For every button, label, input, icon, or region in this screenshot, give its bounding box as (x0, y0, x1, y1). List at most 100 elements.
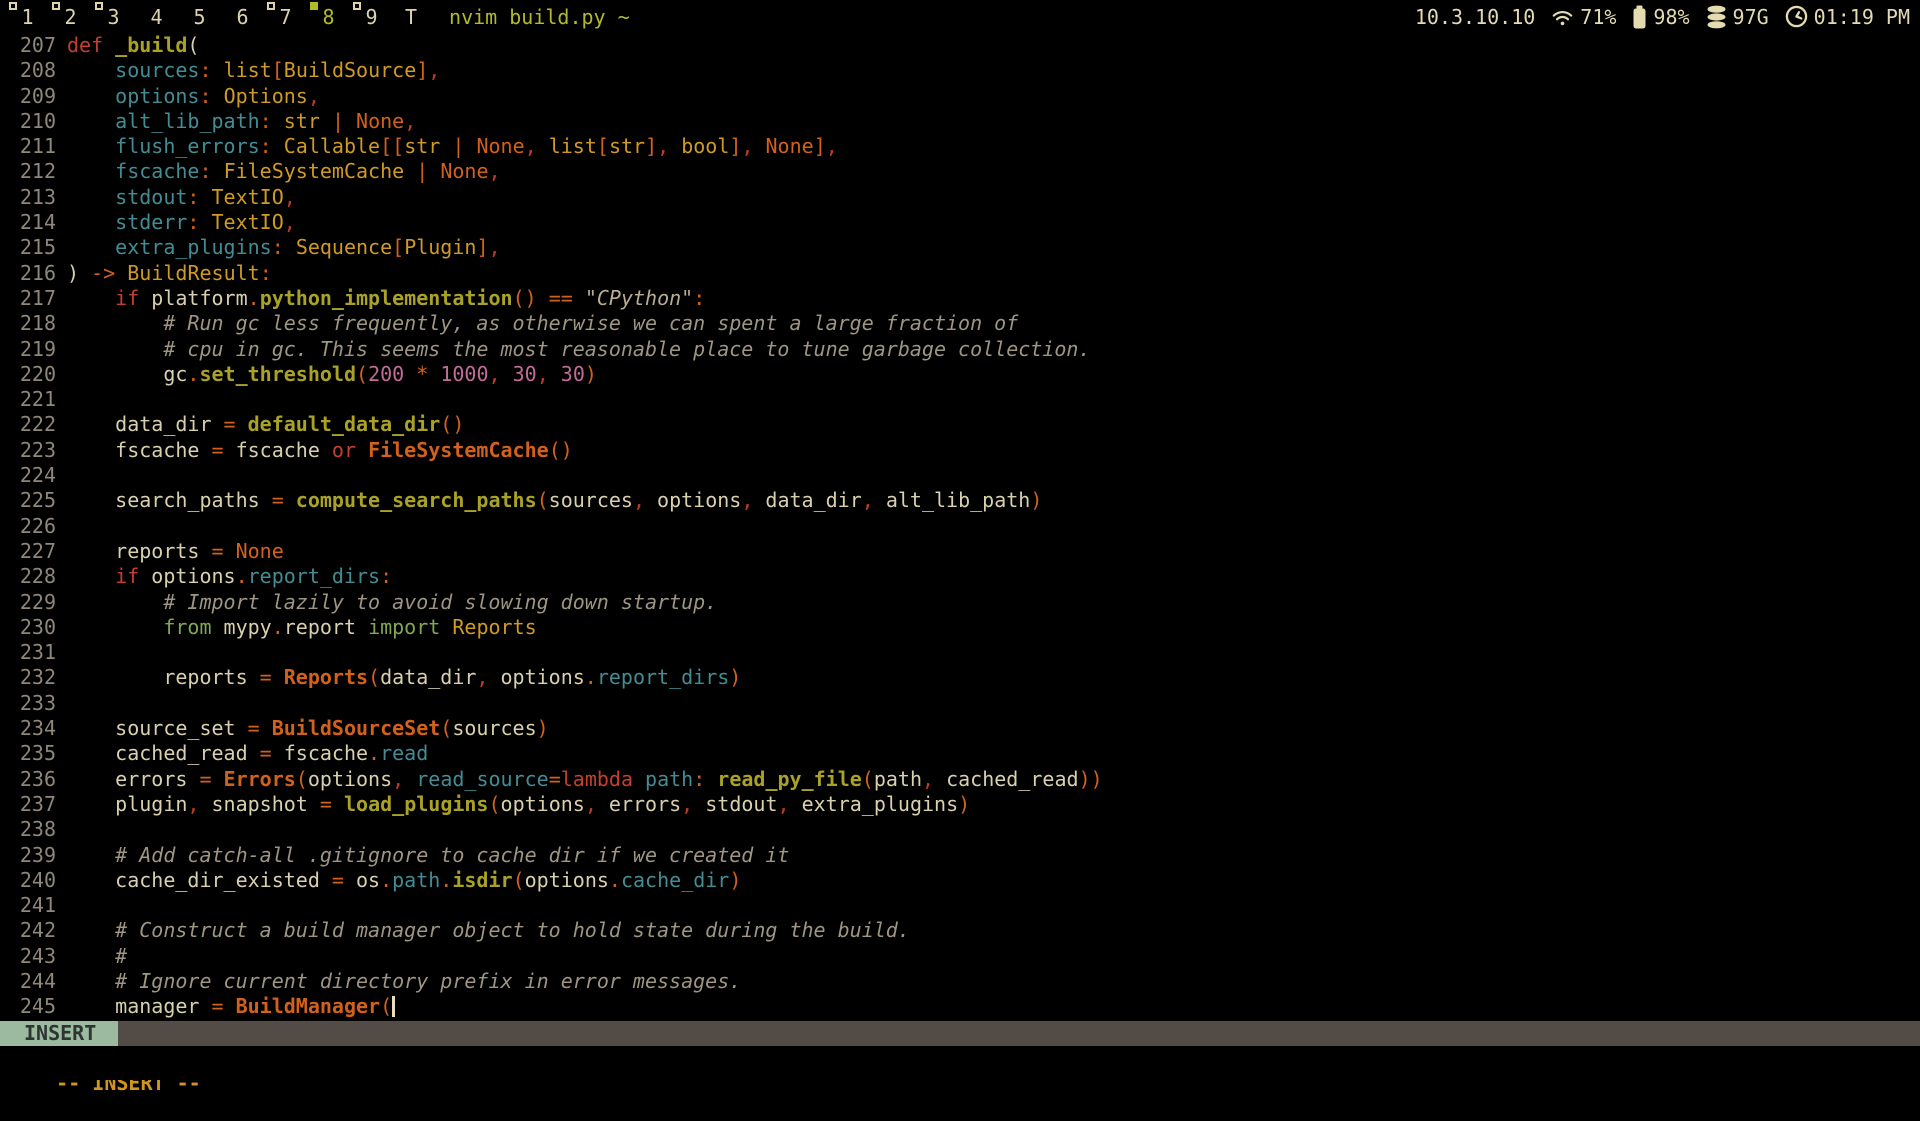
clock-icon (1785, 5, 1808, 28)
code-text: extra_plugins: Sequence[Plugin], (67, 235, 501, 259)
workspace-tag-5[interactable]: 5 (178, 0, 221, 33)
line-number: 207 (18, 33, 56, 58)
workspace-tag-2[interactable]: 2 (49, 0, 92, 33)
code-line-239[interactable]: 239 # Add catch-all .gitignore to cache … (0, 843, 1920, 868)
line-number: 241 (18, 893, 56, 918)
code-line-240[interactable]: 240 cache_dir_existed = os.path.isdir(op… (0, 868, 1920, 893)
code-line-228[interactable]: 228 if options.report_dirs: (0, 564, 1920, 589)
layout-symbol[interactable]: T (405, 5, 417, 29)
line-number: 230 (18, 615, 56, 640)
code-line-229[interactable]: 229 # Import lazily to avoid slowing dow… (0, 590, 1920, 615)
code-line-215[interactable]: 215 extra_plugins: Sequence[Plugin], (0, 235, 1920, 260)
code-line-220[interactable]: 220 gc.set_threshold(200 * 1000, 30, 30) (0, 362, 1920, 387)
code-text: manager = BuildManager( (67, 994, 395, 1018)
code-line-227[interactable]: 227 reports = None (0, 539, 1920, 564)
clock-time: 01:19 PM (1814, 5, 1910, 29)
workspace-tag-1[interactable]: 1 (6, 0, 49, 33)
code-text: options: Options, (67, 84, 320, 108)
code-line-219[interactable]: 219 # cpu in gc. This seems the most rea… (0, 337, 1920, 362)
line-number: 229 (18, 590, 56, 615)
line-number: 231 (18, 640, 56, 665)
code-text: plugin, snapshot = load_plugins(options,… (67, 792, 970, 816)
code-line-209[interactable]: 209 options: Options, (0, 84, 1920, 109)
line-number: 218 (18, 311, 56, 336)
code-line-232[interactable]: 232 reports = Reports(data_dir, options.… (0, 665, 1920, 690)
code-text: # (67, 944, 127, 968)
workspace-tag-8[interactable]: 8 (307, 0, 350, 33)
code-line-224[interactable]: 224 (0, 463, 1920, 488)
code-line-225[interactable]: 225 search_paths = compute_search_paths(… (0, 488, 1920, 513)
code-line-234[interactable]: 234 source_set = BuildSourceSet(sources) (0, 716, 1920, 741)
window-title: nvim build.py ~ (449, 5, 630, 29)
code-line-210[interactable]: 210 alt_lib_path: str | None, (0, 109, 1920, 134)
text-cursor (392, 996, 395, 1017)
nvim-editor[interactable]: 207def _build(208 sources: list[BuildSou… (0, 33, 1920, 1021)
tag-label: 8 (322, 5, 334, 29)
line-number: 245 (18, 994, 56, 1019)
code-line-207[interactable]: 207def _build( (0, 33, 1920, 58)
wifi-icon (1551, 6, 1574, 28)
line-number: 244 (18, 969, 56, 994)
code-line-233[interactable]: 233 (0, 691, 1920, 716)
mode-badge: INSERT (0, 1021, 118, 1046)
code-line-217[interactable]: 217 if platform.python_implementation() … (0, 286, 1920, 311)
code-line-245[interactable]: 245 manager = BuildManager( (0, 994, 1920, 1019)
tag-indicator-hollow (52, 2, 60, 10)
tag-label: 7 (279, 5, 291, 29)
code-line-208[interactable]: 208 sources: list[BuildSource], (0, 58, 1920, 83)
code-line-238[interactable]: 238 (0, 817, 1920, 842)
code-line-237[interactable]: 237 plugin, snapshot = load_plugins(opti… (0, 792, 1920, 817)
code-text: reports = None (67, 539, 284, 563)
line-number: 233 (18, 691, 56, 716)
code-text: stdout: TextIO, (67, 185, 296, 209)
dwm-topbar: 1 234567 89 T nvim build.py ~ 10.3.10.10 7… (0, 0, 1920, 33)
line-number: 238 (18, 817, 56, 842)
line-number: 211 (18, 134, 56, 159)
code-line-244[interactable]: 244 # Ignore current directory prefix in… (0, 969, 1920, 994)
tag-label: 2 (64, 5, 76, 29)
code-line-213[interactable]: 213 stdout: TextIO, (0, 185, 1920, 210)
code-line-235[interactable]: 235 cached_read = fscache.read (0, 741, 1920, 766)
line-number: 214 (18, 210, 56, 235)
tag-indicator-hollow (353, 2, 361, 10)
line-number: 215 (18, 235, 56, 260)
line-number: 222 (18, 412, 56, 437)
workspace-tag-7[interactable]: 7 (264, 0, 307, 33)
code-text: reports = Reports(data_dir, options.repo… (67, 665, 741, 689)
status-right: 10.3.10.10 71% 98% (1415, 5, 1920, 29)
line-number: 235 (18, 741, 56, 766)
code-text: # Import lazily to avoid slowing down st… (67, 590, 717, 614)
code-line-242[interactable]: 242 # Construct a build manager object t… (0, 918, 1920, 943)
workspace-tag-4[interactable]: 4 (135, 0, 178, 33)
line-number: 208 (18, 58, 56, 83)
code-text: fscache: FileSystemCache | None, (67, 159, 501, 183)
code-line-243[interactable]: 243 # (0, 944, 1920, 969)
tag-label: 1 (21, 5, 33, 29)
code-line-211[interactable]: 211 flush_errors: Callable[[str | None, … (0, 134, 1920, 159)
code-line-212[interactable]: 212 fscache: FileSystemCache | None, (0, 159, 1920, 184)
statusline-fill (118, 1021, 1920, 1046)
code-line-221[interactable]: 221 (0, 387, 1920, 412)
code-line-241[interactable]: 241 (0, 893, 1920, 918)
code-line-226[interactable]: 226 (0, 514, 1920, 539)
line-number: 217 (18, 286, 56, 311)
code-text: source_set = BuildSourceSet(sources) (67, 716, 549, 740)
battery-icon (1632, 5, 1647, 29)
code-line-218[interactable]: 218 # Run gc less frequently, as otherwi… (0, 311, 1920, 336)
code-line-236[interactable]: 236 errors = Errors(options, read_source… (0, 767, 1920, 792)
code-line-231[interactable]: 231 (0, 640, 1920, 665)
line-number: 223 (18, 438, 56, 463)
line-number: 219 (18, 337, 56, 362)
line-number: 221 (18, 387, 56, 412)
code-line-214[interactable]: 214 stderr: TextIO, (0, 210, 1920, 235)
code-line-223[interactable]: 223 fscache = fscache or FileSystemCache… (0, 438, 1920, 463)
code-line-222[interactable]: 222 data_dir = default_data_dir() (0, 412, 1920, 437)
line-number: 239 (18, 843, 56, 868)
code-text: if options.report_dirs: (67, 564, 392, 588)
line-number: 213 (18, 185, 56, 210)
code-line-230[interactable]: 230 from mypy.report import Reports (0, 615, 1920, 640)
workspace-tag-9[interactable]: 9 (350, 0, 393, 33)
workspace-tag-6[interactable]: 6 (221, 0, 264, 33)
code-line-216[interactable]: 216) -> BuildResult: (0, 261, 1920, 286)
workspace-tag-3[interactable]: 3 (92, 0, 135, 33)
